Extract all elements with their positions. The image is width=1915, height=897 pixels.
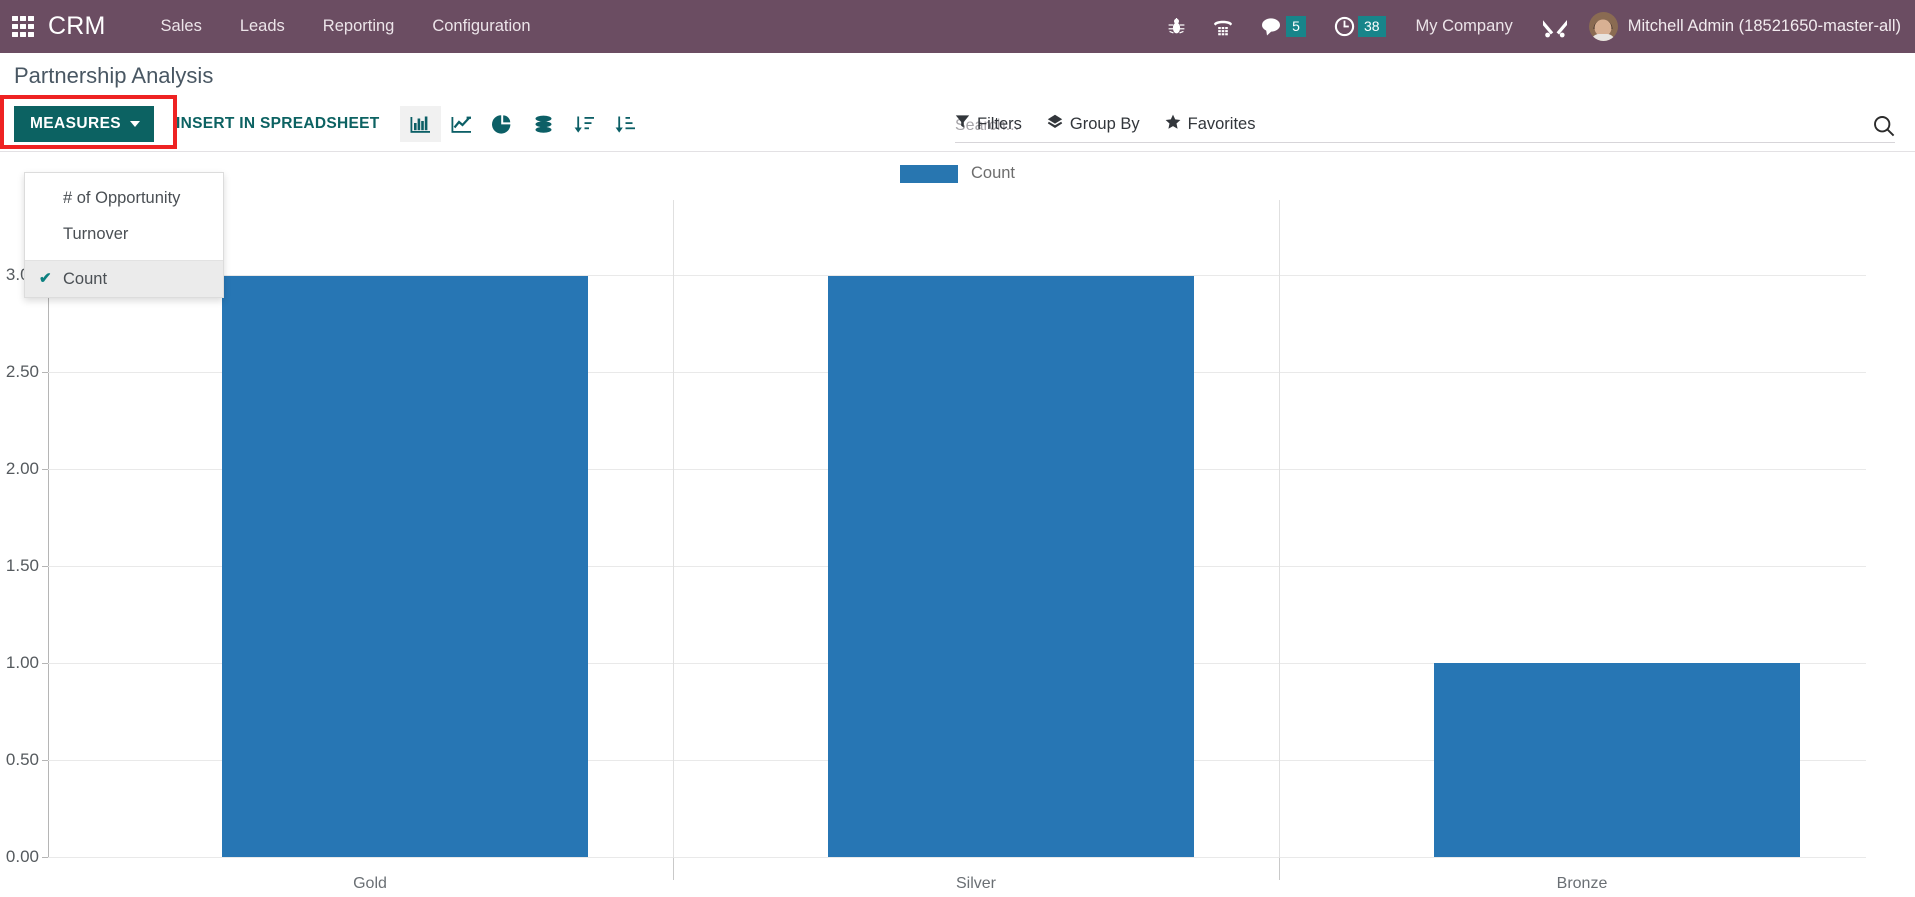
chevrons-down-icon [1047, 114, 1063, 135]
insert-in-spreadsheet-button[interactable]: INSERT IN SPREADSHEET [176, 115, 380, 133]
control-panel: Partnership Analysis MEASURES INSERT IN … [0, 53, 1915, 152]
y-tick-mark [42, 663, 48, 664]
nav-item-configuration[interactable]: Configuration [413, 0, 549, 53]
favorites-label: Favorites [1187, 114, 1256, 133]
control-panel-top-row: Partnership Analysis [0, 53, 1915, 97]
measures-button[interactable]: MEASURES [14, 106, 155, 142]
control-panel-bottom-row: MEASURES INSERT IN SPREADSHEET Filters G… [0, 95, 1915, 151]
y-tick-label: 2.50 [5, 362, 39, 381]
chevron-down-icon [130, 121, 141, 127]
gridline [48, 857, 1866, 858]
page-title: Partnership Analysis [14, 63, 214, 88]
y-tick-mark [42, 469, 48, 470]
x-tick-label-bronze: Bronze [1556, 875, 1608, 892]
avatar [1588, 12, 1618, 41]
measures-item-of-opportunity[interactable]: # of Opportunity [25, 180, 223, 216]
x-tick-mark [673, 858, 674, 880]
nav-item-reporting[interactable]: Reporting [304, 0, 414, 53]
category-separator [673, 200, 674, 858]
group-by-button[interactable]: Group By [1047, 114, 1140, 135]
y-tick-label: 1.00 [5, 653, 39, 672]
filters-label: Filters [977, 114, 1022, 133]
y-tick-label: 0.50 [5, 750, 39, 769]
clock-icon [1334, 16, 1355, 37]
star-icon [1165, 114, 1181, 135]
nav-item-sales[interactable]: Sales [142, 0, 221, 53]
bar-bronze[interactable] [1434, 663, 1800, 857]
y-tick-label: 1.50 [5, 556, 39, 575]
measures-wrap: MEASURES [0, 95, 177, 149]
bar-silver[interactable] [828, 276, 1194, 857]
check-icon: ✔ [39, 270, 52, 287]
messages-counter[interactable]: 5 [1247, 0, 1320, 53]
chart-legend: Count [0, 164, 1915, 183]
y-tick-label: 2.00 [5, 459, 39, 478]
view-switcher [399, 106, 646, 142]
app-brand-crm[interactable]: CRM [48, 12, 106, 41]
sort-ascending-icon[interactable] [605, 106, 646, 142]
apps-grid-icon[interactable] [12, 15, 34, 38]
activities-badge: 38 [1357, 16, 1386, 37]
y-tick-mark [42, 857, 48, 858]
group-by-label: Group By [1069, 114, 1140, 133]
category-separator [1279, 200, 1280, 858]
chat-bubble-icon [1261, 17, 1283, 36]
pie-chart-icon[interactable] [482, 106, 523, 142]
legend-label-count: Count [970, 164, 1016, 182]
company-switcher[interactable]: My Company [1400, 17, 1529, 36]
bar-chart-icon[interactable] [399, 106, 441, 142]
y-tick-mark [42, 566, 48, 567]
x-tick-label-silver: Silver [955, 875, 997, 892]
measures-button-label: MEASURES [30, 115, 122, 132]
nav-item-leads[interactable]: Leads [221, 0, 304, 53]
tools-icon[interactable] [1529, 0, 1581, 53]
filters-button[interactable]: Filters [955, 114, 1022, 134]
y-tick-mark [42, 760, 48, 761]
legend-swatch-count [899, 164, 958, 183]
chart-plot-area: 0.00 0.50 1.00 1.50 2.00 2.50 3.00 Gold … [6, 200, 1866, 892]
favorites-button[interactable]: Favorites [1165, 114, 1256, 135]
x-tick-label-gold: Gold [353, 875, 387, 892]
y-tick-label: 0.00 [5, 847, 39, 866]
bug-icon[interactable] [1154, 0, 1199, 53]
line-chart-icon[interactable] [441, 106, 482, 142]
measures-item-turnover[interactable]: Turnover [25, 216, 223, 252]
navbar-right-group: 5 38 My Company Mitchell Admin (18521650… [1154, 0, 1915, 53]
measures-dropdown: # of Opportunity Turnover ✔ Count [24, 172, 224, 298]
graph-view: Count 0.00 0.50 1.00 1.50 2.00 2.50 3.00 [0, 155, 1915, 897]
activities-counter[interactable]: 38 [1320, 0, 1400, 53]
bar-gold[interactable] [222, 276, 588, 857]
top-navbar: CRM Sales Leads Reporting Configuration [0, 0, 1915, 53]
user-menu[interactable]: Mitchell Admin (18521650-master-all) [1581, 12, 1901, 41]
y-tick-mark [42, 372, 48, 373]
sort-descending-icon[interactable] [564, 106, 605, 142]
x-tick-mark [1279, 858, 1280, 880]
measures-item-count[interactable]: ✔ Count [25, 261, 223, 297]
user-name: Mitchell Admin (18521650-master-all) [1627, 17, 1901, 35]
stacked-icon[interactable] [523, 106, 564, 142]
phone-dialpad-icon[interactable] [1199, 0, 1247, 53]
messages-badge: 5 [1286, 16, 1306, 37]
search-options: Filters Group By Favorites [955, 97, 1280, 151]
filter-funnel-icon [955, 114, 970, 134]
measures-item-count-label: Count [63, 270, 108, 288]
